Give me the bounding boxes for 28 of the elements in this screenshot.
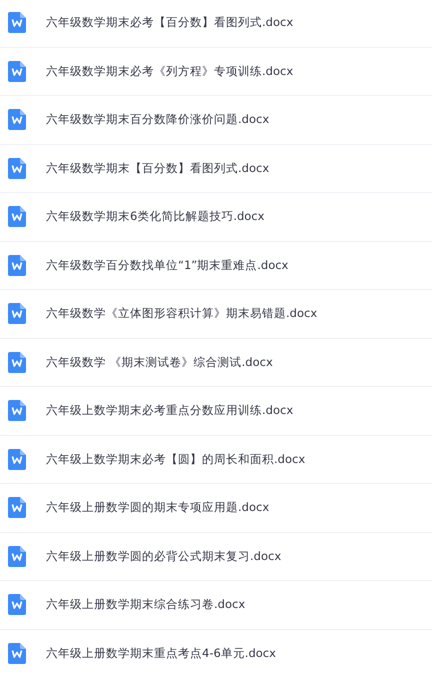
word-document-icon [8,206,26,228]
word-document-icon [8,60,26,82]
word-document-icon [8,448,26,470]
file-name[interactable]: 六年级上册数学期末重点考点4-6单元.docx [46,646,276,661]
word-document-icon [8,400,26,422]
file-name[interactable]: 六年级数学《立体图形容积计算》期末易错题.docx [46,306,318,322]
word-document-icon [8,158,26,179]
word-document-icon [8,109,26,130]
word-document-icon [8,642,26,664]
word-document-icon [8,497,26,518]
word-document-icon [8,254,26,276]
file-name[interactable]: 六年级数学 《期末测试卷》综合测试.docx [46,354,273,370]
file-name[interactable]: 六年级数学期末6类化简比解题技巧.docx [46,209,264,224]
file-name[interactable]: 六年级上数学期末必考重点分数应用训练.docx [46,403,294,418]
file-name[interactable]: 六年级数学期末【百分数】看图列式.docx [46,160,270,176]
word-document-icon [8,12,26,34]
file-name[interactable]: 六年级数学期末百分数降价涨价问题.docx [46,112,270,128]
file-name[interactable]: 六年级数学百分数找单位“1”期末重难点.docx [46,258,288,273]
file-name[interactable]: 六年级上册数学圆的必背公式期末复习.docx [46,548,282,564]
file-name[interactable]: 六年级上数学期末必考【圆】的周长和面积.docx [46,452,306,467]
file-name[interactable]: 六年级数学期末必考《列方程》专项训练.docx [46,64,294,79]
word-document-icon [8,594,26,616]
file-name[interactable]: 六年级上册数学期末综合练习卷.docx [46,597,246,612]
word-document-icon [8,303,26,324]
word-document-icon [8,352,26,373]
file-name[interactable]: 六年级数学期末必考【百分数】看图列式.docx [46,15,294,30]
word-document-icon [8,546,26,567]
file-name[interactable]: 六年级上册数学圆的期末专项应用题.docx [46,500,270,516]
